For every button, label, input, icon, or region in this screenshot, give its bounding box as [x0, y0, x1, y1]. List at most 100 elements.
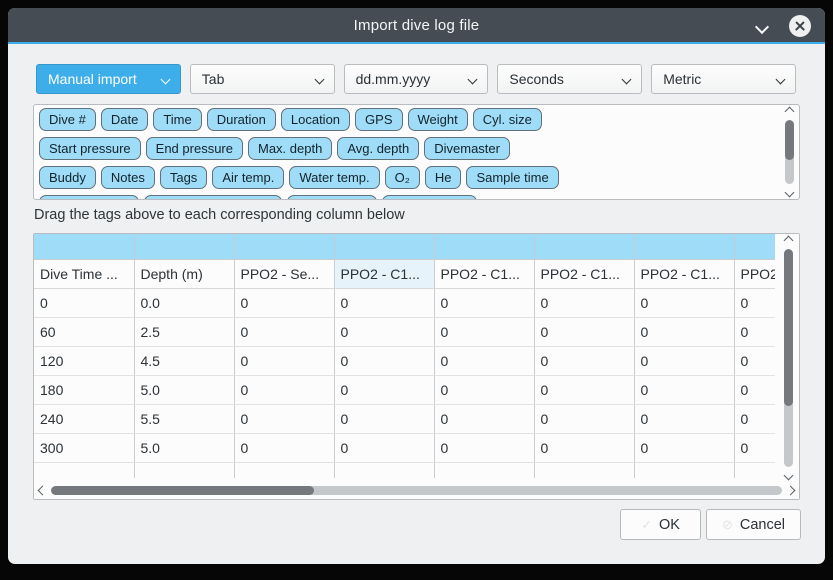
scroll-down-icon[interactable] [784, 188, 794, 198]
tag-end-pressure[interactable]: End pressure [146, 137, 243, 160]
table-row: 2405.5000000 [34, 404, 775, 433]
chevron-down-icon [776, 74, 786, 84]
column-header[interactable]: PPO2 - C1... [334, 259, 434, 288]
table-cell: 0 [534, 404, 634, 433]
table-cell: 240 [34, 404, 134, 433]
scroll-left-icon[interactable] [38, 486, 48, 496]
table-vertical-scrollbar[interactable] [781, 237, 795, 479]
drop-target-cell[interactable] [234, 234, 334, 259]
tag-row: Start pressureEnd pressureMax. depthAvg.… [39, 137, 794, 160]
table-cell: 180 [34, 375, 134, 404]
column-header[interactable]: PPO2 - C1... [434, 259, 534, 288]
combo-selected-value: Metric [663, 71, 777, 87]
drop-target-cell[interactable] [434, 234, 534, 259]
tag-divemaster[interactable]: Divemaster [424, 137, 510, 160]
column-header[interactable]: PPO2 - Se... [234, 259, 334, 288]
cancel-button[interactable]: ⊘ Cancel [706, 509, 801, 540]
drop-target-cell[interactable] [734, 234, 775, 259]
drop-target-cell[interactable] [34, 234, 134, 259]
tagbox-scrollbar[interactable] [782, 108, 796, 196]
ok-button-label: OK [659, 517, 680, 533]
tag-o[interactable]: O₂ [385, 166, 420, 189]
tag-sample-cns[interactable]: Sample CNS [382, 195, 477, 200]
table-cell [334, 462, 434, 478]
tagbox-scroll-thumb[interactable] [785, 120, 794, 160]
table-cell: 0 [734, 375, 775, 404]
tag-gps[interactable]: GPS [355, 108, 402, 131]
tag-he[interactable]: He [425, 166, 462, 189]
tag-start-pressure[interactable]: Start pressure [39, 137, 141, 160]
tag-time[interactable]: Time [153, 108, 201, 131]
titlebar-chevron-down-icon[interactable] [755, 20, 769, 34]
table-columns: Dive Time ...Depth (m)PPO2 - Se...PPO2 -… [34, 234, 775, 482]
scroll-down-icon[interactable] [783, 471, 793, 481]
combo-selected-value: Seconds [509, 71, 623, 87]
drop-target-cell[interactable] [534, 234, 634, 259]
table-cell: 0 [334, 375, 434, 404]
tag-date[interactable]: Date [101, 108, 148, 131]
combo-manual-import[interactable]: Manual import [36, 64, 181, 94]
tag-sample-temperature[interactable]: Sample temperature [144, 195, 282, 200]
tag-avg-depth[interactable]: Avg. depth [337, 137, 419, 160]
table-cell: 0 [634, 404, 734, 433]
tag-duration[interactable]: Duration [207, 108, 276, 131]
tag-row: Dive #DateTime DurationLocationGPS WeightC… [39, 108, 794, 131]
scroll-up-icon[interactable] [784, 107, 794, 117]
table-cell [434, 462, 534, 478]
table-cell: 0 [734, 317, 775, 346]
combo-dd-mm-yyyy[interactable]: dd.mm.yyyy [344, 64, 489, 94]
drop-target-cell[interactable] [334, 234, 434, 259]
tag-air-temp[interactable]: Air temp. [212, 166, 284, 189]
import-preview-table: Dive Time ...Depth (m)PPO2 - Se...PPO2 -… [33, 233, 800, 500]
column-header[interactable]: Depth (m) [134, 259, 234, 288]
table-horizontal-scrollbar[interactable] [39, 485, 794, 497]
tag-dive[interactable]: Dive # [39, 108, 96, 131]
table-vscroll-thumb[interactable] [784, 249, 793, 406]
tag-max-depth[interactable]: Max. depth [248, 137, 332, 160]
drop-target-cell[interactable] [134, 234, 234, 259]
table-cell: 0 [334, 404, 434, 433]
tag-sample-po[interactable]: Sample pO₂ [287, 195, 377, 200]
tag-sample-depth[interactable]: Sample depth [39, 195, 139, 200]
cancel-button-label: Cancel [740, 517, 785, 533]
table-cell: 120 [34, 346, 134, 375]
table-cell: 0 [534, 346, 634, 375]
format-combos: Manual import Tab dd.mm.yyyy Seconds Metric [36, 64, 796, 94]
table-cell [34, 462, 134, 478]
tag-sample-time[interactable]: Sample time [466, 166, 558, 189]
close-icon[interactable] [789, 15, 811, 37]
tag-row: BuddyNotesTagsAir temp.Water temp. O₂HeSa… [39, 166, 794, 189]
drop-target-cell[interactable] [634, 234, 734, 259]
scroll-up-icon[interactable] [783, 236, 793, 246]
titlebar[interactable]: Import dive log file [8, 8, 825, 44]
table-hscroll-thumb[interactable] [51, 486, 314, 495]
combo-metric[interactable]: Metric [651, 64, 796, 94]
table-cell: 0 [234, 433, 334, 462]
tag-location[interactable]: Location [281, 108, 350, 131]
table-cell: 0 [634, 433, 734, 462]
combo-selected-value: dd.mm.yyyy [356, 71, 470, 87]
ok-button[interactable]: ✓ OK [620, 509, 701, 540]
column-header[interactable]: PPO2 - C1... [734, 259, 775, 288]
column-header[interactable]: PPO2 - C1... [534, 259, 634, 288]
table-cell: 5.0 [134, 375, 234, 404]
column-header[interactable]: Dive Time ... [34, 259, 134, 288]
table-vscroll-track[interactable] [784, 249, 793, 467]
tag-buddy[interactable]: Buddy [39, 166, 96, 189]
combo-selected-value: Manual import [48, 71, 162, 87]
column-header[interactable]: PPO2 - C1... [634, 259, 734, 288]
table-hscroll-track[interactable] [51, 486, 782, 495]
tag-water-temp[interactable]: Water temp. [289, 166, 379, 189]
tag-weight[interactable]: Weight [408, 108, 468, 131]
dialog-title: Import dive log file [354, 17, 480, 34]
vertical-scroll-gutter [775, 234, 799, 482]
table-cell: 0 [534, 317, 634, 346]
tag-cyl-size[interactable]: Cyl. size [473, 108, 542, 131]
combo-tab[interactable]: Tab [190, 64, 335, 94]
tagbox-scroll-track[interactable] [785, 120, 794, 184]
combo-seconds[interactable]: Seconds [497, 64, 642, 94]
tag-notes[interactable]: Notes [101, 166, 155, 189]
scroll-right-icon[interactable] [786, 486, 796, 496]
tag-tags[interactable]: Tags [160, 166, 207, 189]
import-dialog-window: Import dive log file Manual import Tab dd.… [8, 8, 825, 564]
